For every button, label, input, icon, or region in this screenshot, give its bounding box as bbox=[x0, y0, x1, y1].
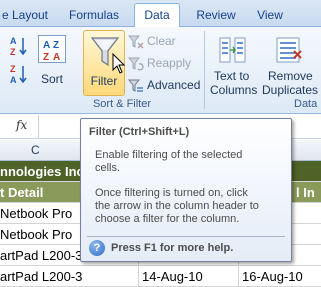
svg-text:Z: Z bbox=[53, 40, 59, 51]
text-to-columns-icon bbox=[219, 37, 246, 63]
cell-product[interactable]: artPad L200-3 bbox=[0, 266, 136, 287]
table-row: artPad L200-3 14-Aug-10 16-Aug-10 bbox=[0, 266, 321, 287]
sort-icon: A Z Z A bbox=[38, 35, 66, 63]
tab-data[interactable]: Data bbox=[134, 3, 180, 27]
formula-bar-divider bbox=[38, 115, 39, 139]
advanced-button[interactable]: Advanced bbox=[128, 77, 202, 95]
tooltip-text-line: the arrow in the column header to bbox=[95, 200, 259, 212]
tooltip-text-line: cells. bbox=[95, 162, 121, 174]
reapply-icon bbox=[128, 57, 144, 71]
header-cell-in[interactable]: l In bbox=[296, 182, 321, 203]
fx-icon[interactable]: fx bbox=[16, 118, 27, 132]
reapply-button-label: Reapply bbox=[147, 56, 192, 70]
sort-descending-icon[interactable]: Z A bbox=[8, 63, 30, 85]
group-label-sort-filter: Sort & Filter bbox=[92, 98, 152, 110]
filter-button-label: Filter bbox=[90, 74, 118, 88]
cell-date-end[interactable]: 16-Aug-10 bbox=[242, 266, 321, 287]
tab-view[interactable]: View bbox=[250, 4, 290, 27]
tab-formulas[interactable]: Formulas bbox=[62, 4, 126, 27]
tooltip-text-line: choose a filter for the column. bbox=[95, 213, 240, 225]
mouse-cursor-icon bbox=[112, 52, 126, 75]
tooltip-text-line: Enable filtering of the selected bbox=[95, 149, 243, 161]
advanced-filter-icon bbox=[128, 79, 143, 92]
svg-text:Z: Z bbox=[10, 47, 16, 57]
svg-text:A: A bbox=[10, 36, 17, 46]
svg-text:A: A bbox=[10, 75, 17, 85]
tooltip-divider bbox=[87, 236, 285, 237]
ribbon-data: A Z Z A A Z Z A Sort Filter Clear Reappl… bbox=[0, 27, 321, 114]
group-label-data-tools: Data bbox=[294, 98, 318, 110]
svg-text:Z: Z bbox=[10, 64, 16, 74]
clear-filter-icon bbox=[128, 35, 144, 49]
column-header-c[interactable]: C bbox=[31, 143, 40, 157]
remove-duplicates-icon bbox=[276, 37, 302, 63]
tooltip-title: Filter (Ctrl+Shift+L) bbox=[89, 126, 190, 138]
header-cell-detail[interactable]: t Detail bbox=[0, 182, 90, 203]
tooltip-text-line: Once filtering is turned on, click bbox=[95, 187, 248, 199]
clear-button-label: Clear bbox=[147, 34, 176, 48]
reapply-button[interactable]: Reapply bbox=[128, 55, 198, 73]
tooltip-help-text: Press F1 for more help. bbox=[111, 242, 234, 254]
text-to-columns-button[interactable]: Text to Columns bbox=[208, 31, 258, 97]
help-icon: ? bbox=[89, 240, 105, 256]
sort-button[interactable]: A Z Z A Sort bbox=[36, 31, 68, 91]
text-to-columns-label-1: Text to bbox=[214, 69, 250, 83]
advanced-button-label: Advanced bbox=[147, 78, 201, 92]
remove-duplicates-button[interactable]: Remove Duplicates bbox=[262, 31, 321, 97]
sort-ascending-icon[interactable]: A Z bbox=[8, 35, 30, 57]
cell-date-start[interactable]: 14-Aug-10 bbox=[142, 266, 232, 287]
sort-button-label: Sort bbox=[41, 72, 64, 86]
svg-text:A: A bbox=[43, 40, 50, 51]
svg-text:A: A bbox=[53, 52, 60, 63]
text-to-columns-label-2: Columns bbox=[210, 83, 258, 97]
tab-review[interactable]: Review bbox=[190, 4, 242, 27]
remove-duplicates-label-1: Remove bbox=[268, 69, 313, 83]
group-separator bbox=[204, 31, 205, 109]
ribbon-tab-strip: e Layout Formulas Data Review View bbox=[0, 0, 321, 27]
filter-tooltip: Filter (Ctrl+Shift+L) Enable filtering o… bbox=[80, 118, 292, 262]
remove-duplicates-label-2: Duplicates bbox=[262, 83, 319, 97]
clear-button[interactable]: Clear bbox=[128, 33, 190, 51]
svg-text:Z: Z bbox=[43, 52, 49, 63]
tab-page-layout[interactable]: e Layout bbox=[0, 4, 50, 27]
